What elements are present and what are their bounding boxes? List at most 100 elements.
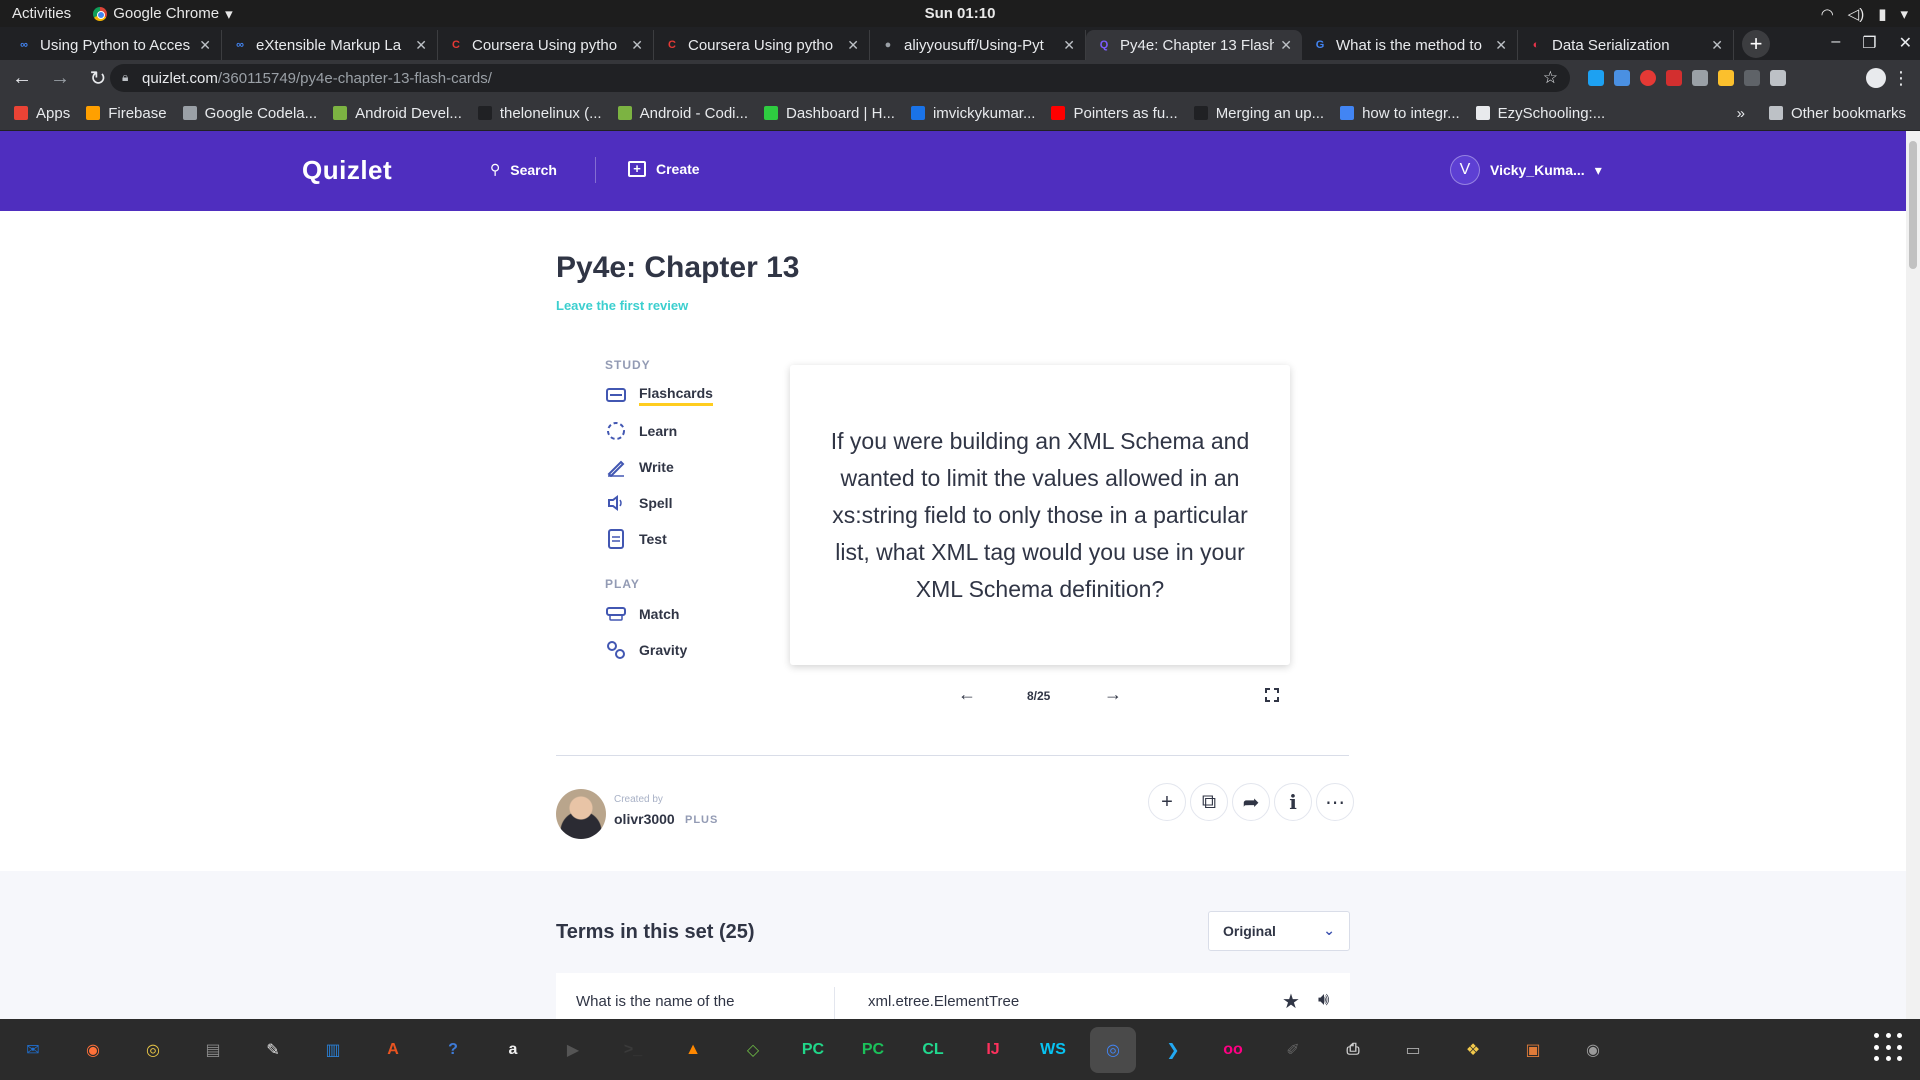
star-icon[interactable]: ★ [1282,989,1300,1014]
firefox-icon[interactable]: ◉ [70,1027,116,1073]
bookmark-item[interactable]: Pointers as fu... [1051,105,1178,122]
creator-name[interactable]: olivr3000 [614,811,675,827]
video-editor-icon[interactable]: ▶ [550,1027,596,1073]
scrollbar-thumb[interactable] [1909,141,1917,269]
creator-avatar[interactable] [556,789,606,839]
amazon-icon[interactable]: a [490,1027,536,1073]
vscode-icon[interactable]: ❯ [1150,1027,1196,1073]
pycharm-icon[interactable]: PC [790,1027,836,1073]
forward-button[interactable]: → [44,67,76,90]
bookmark-item[interactable]: Dashboard | H... [764,105,895,122]
back-button[interactable]: ← [6,67,38,90]
extension-icon[interactable] [1640,70,1656,86]
extension-icon[interactable] [1588,70,1604,86]
browser-tab[interactable]: G What is the method to ✕ [1302,30,1518,60]
copy-button[interactable]: ⧉ [1190,783,1228,821]
terms-sort-dropdown[interactable]: Original ⌄ [1208,911,1350,951]
close-tab-icon[interactable]: ✕ [847,37,859,54]
software-center-icon[interactable]: A [370,1027,416,1073]
bookmark-star-icon[interactable]: ☆ [1543,68,1558,88]
profile-avatar[interactable] [1866,68,1886,88]
chrome-menu-icon[interactable]: ⋮ [1892,68,1910,89]
browser-tab[interactable]: ∞ Using Python to Acces ✕ [6,30,222,60]
intellij-icon[interactable]: IJ [970,1027,1016,1073]
bookmark-item[interactable]: thelonelinux (... [477,105,602,122]
clock[interactable]: Sun 01:10 [925,5,996,22]
clion-icon[interactable]: CL [910,1027,956,1073]
bookmark-item[interactable]: imvickykumar... [910,105,1035,122]
user-menu[interactable]: V Vicky_Kuma... ▾ [1450,155,1602,185]
more-options-button[interactable]: ⋯ [1316,783,1354,821]
share-button[interactable]: ➦ [1232,783,1270,821]
android-studio-icon[interactable]: ◇ [730,1027,776,1073]
show-applications-button[interactable] [1874,1033,1904,1063]
close-tab-icon[interactable]: ✕ [199,37,211,54]
terminal-icon[interactable]: >_ [610,1027,656,1073]
close-tab-icon[interactable]: ✕ [1063,37,1075,54]
pycharm-pro-icon[interactable]: PC [850,1027,896,1073]
activities-button[interactable]: Activities [12,5,71,22]
bookmark-item[interactable]: Firebase [86,105,167,122]
close-tab-icon[interactable]: ✕ [1711,37,1723,54]
header-create-button[interactable]: + Create [628,161,700,177]
archive-icon[interactable]: ▣ [1510,1027,1556,1073]
writer-icon[interactable]: ▥ [310,1027,356,1073]
vlc-icon[interactable]: ▲ [670,1027,716,1073]
bookmarks-overflow-button[interactable]: » [1737,105,1745,122]
other-bookmarks-folder[interactable]: Other bookmarks [1768,105,1906,122]
files-icon[interactable]: ▤ [190,1027,236,1073]
extension-icon[interactable] [1666,70,1682,86]
add-to-folder-button[interactable]: + [1148,783,1186,821]
browser-tab[interactable]: ◐ Data Serialization ✕ [1518,30,1734,60]
minimize-button[interactable]: – [1831,33,1840,53]
extension-icon[interactable] [1744,70,1760,86]
previous-card-button[interactable]: ← [958,684,976,705]
quizlet-logo[interactable]: Quizlet [302,155,392,186]
address-bar[interactable]: 🔒︎ quizlet.com/360115749/py4e-chapter-13… [110,64,1570,92]
bookmark-item[interactable]: Android Devel... [333,105,462,122]
help-icon[interactable]: ? [430,1027,476,1073]
mode-write[interactable]: Write [605,456,674,478]
system-tray[interactable]: ◠ ◁) ▮ ▾ [1821,5,1908,23]
mode-match[interactable]: Match [605,603,679,625]
bookmark-item[interactable]: Google Codela... [182,105,317,122]
mode-gravity[interactable]: Gravity [605,639,687,661]
image-viewer-icon[interactable]: ❖ [1450,1027,1496,1073]
scanner-icon[interactable]: ▭ [1390,1027,1436,1073]
mode-learn[interactable]: Learn [605,420,677,442]
bookmark-item[interactable]: Merging an up... [1193,105,1324,122]
bookmark-item[interactable]: Android - Codi... [617,105,748,122]
bookmark-item[interactable]: how to integr... [1340,105,1460,122]
printer-icon[interactable]: ⎙ [1330,1027,1376,1073]
page-scrollbar[interactable] [1906,131,1920,1019]
thunderbird-icon[interactable]: ✉ [10,1027,56,1073]
close-tab-icon[interactable]: ✕ [1280,37,1292,54]
flickr-icon[interactable]: oo [1210,1027,1256,1073]
extension-icon[interactable] [1692,70,1708,86]
extension-icon[interactable] [1770,70,1786,86]
chrome-icon[interactable]: ◎ [1090,1026,1136,1073]
bookmark-item[interactable]: Apps [14,105,70,122]
close-tab-icon[interactable]: ✕ [631,37,643,54]
mode-test[interactable]: Test [605,528,667,550]
flashcard[interactable]: If you were building an XML Schema and w… [790,365,1290,665]
browser-tab[interactable]: ● aliyyousuff/Using-Pyt ✕ [870,30,1086,60]
maximize-button[interactable]: ❐ [1862,33,1876,53]
fullscreen-icon[interactable] [1265,688,1279,702]
browser-tab[interactable]: Q Py4e: Chapter 13 Flash ✕ [1086,30,1302,60]
browser-tab[interactable]: C Coursera Using pytho ✕ [438,30,654,60]
info-button[interactable]: i [1274,783,1312,821]
extension-icon[interactable] [1718,70,1734,86]
close-tab-icon[interactable]: ✕ [415,37,427,54]
audio-icon[interactable]: 🔊︎ [1318,989,1329,1010]
header-search-button[interactable]: ⚲ Search [490,161,557,178]
color-picker-icon[interactable]: ✐ [1270,1027,1316,1073]
new-tab-button[interactable]: + [1742,30,1770,58]
browser-tab[interactable]: C Coursera Using pytho ✕ [654,30,870,60]
text-editor-icon[interactable]: ✎ [250,1027,296,1073]
app-menu[interactable]: Google Chrome ▾ [93,5,233,23]
rhythmbox-icon[interactable]: ◎ [130,1027,176,1073]
mode-flashcards[interactable]: Flashcards [605,384,713,406]
mode-spell[interactable]: Spell [605,492,672,514]
close-window-button[interactable]: ✕ [1899,33,1912,53]
